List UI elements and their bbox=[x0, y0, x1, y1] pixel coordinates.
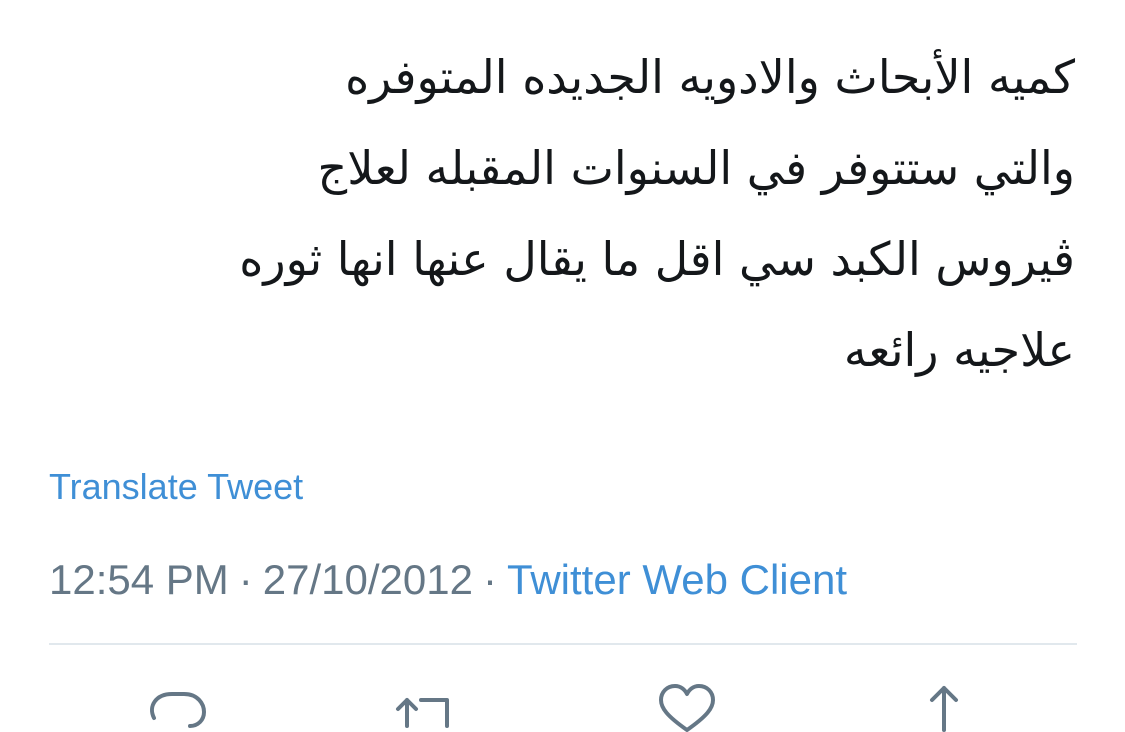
tweet-actions bbox=[0, 672, 1125, 732]
share-button[interactable] bbox=[912, 682, 976, 732]
tweet-text-line: والتي ستتوفر في السنوات المقبله لعلاج bbox=[317, 141, 1075, 195]
tweet-text-line: ڤيروس الكبد سي اقل ما يقال عنها انها ثور… bbox=[239, 232, 1075, 286]
reply-button[interactable] bbox=[146, 682, 210, 732]
reply-icon bbox=[150, 692, 207, 728]
tweet-text-line: علاجيه رائعه bbox=[843, 323, 1075, 377]
translate-tweet-link[interactable]: Translate Tweet bbox=[49, 466, 303, 508]
retweet-button[interactable] bbox=[395, 682, 459, 732]
like-icon bbox=[659, 684, 715, 732]
tweet-text-line: كميه الأبحاث والادويه الجديده المتوفره bbox=[345, 50, 1075, 104]
retweet-icon bbox=[396, 698, 449, 728]
tweet-text: كميه الأبحاث والادويه الجديده المتوفره و… bbox=[45, 32, 1075, 396]
meta-separator: · bbox=[483, 556, 497, 603]
tweet-date: 27/10/2012 bbox=[262, 556, 473, 603]
meta-separator: · bbox=[238, 556, 253, 603]
tweet-time: 12:54 PM bbox=[49, 556, 229, 603]
like-button[interactable] bbox=[655, 682, 719, 732]
share-icon bbox=[930, 686, 958, 732]
divider bbox=[49, 643, 1077, 645]
tweet-client-link[interactable]: Twitter Web Client bbox=[507, 556, 847, 603]
tweet-meta: 12:54 PM · 27/10/2012 · Twitter Web Client bbox=[49, 556, 847, 604]
